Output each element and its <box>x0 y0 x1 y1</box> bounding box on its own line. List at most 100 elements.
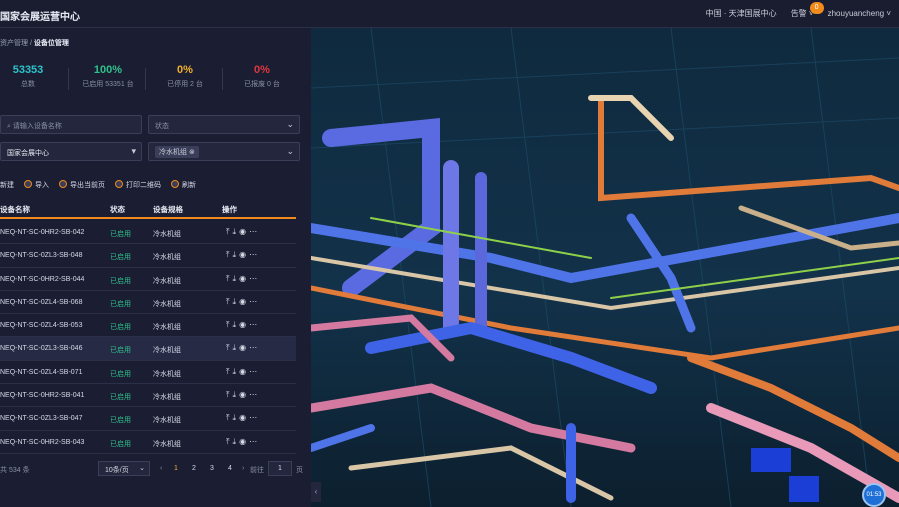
page-4[interactable]: 4 <box>228 465 232 472</box>
stat-label: 总数 <box>21 81 35 88</box>
status-cell: 已启用 <box>110 324 131 332</box>
more-icon[interactable]: ⋯ <box>249 227 260 236</box>
status-cell: 已启用 <box>110 394 131 402</box>
chevron-down-icon: ˅ <box>886 9 891 18</box>
device-name-cell: NEQ-NT-SC-0ZL3-SB-047 <box>0 415 83 423</box>
device-name-cell: NEQ-NT-SC-0HR2-SB-041 <box>0 392 85 400</box>
stat-divider <box>145 68 146 90</box>
more-icon[interactable]: ⋯ <box>249 390 260 399</box>
view-icon[interactable]: ◉ <box>239 320 249 329</box>
more-icon[interactable]: ⋯ <box>249 413 260 422</box>
breadcrumb-parent[interactable]: 资产管理 <box>0 40 28 47</box>
search-icon: ⌕ <box>7 123 11 130</box>
import-button[interactable]: 导入 <box>24 180 49 190</box>
view-icon[interactable]: ◉ <box>239 343 249 352</box>
export-button[interactable]: 导出当前页 <box>59 180 105 190</box>
refresh-button-label: 刷新 <box>182 182 196 189</box>
category-select[interactable]: 冷水机组 ⊗ ⌄ <box>148 142 300 161</box>
row-actions: ⤒⤓◉⋯ <box>226 343 260 353</box>
table-row[interactable]: NEQ-NT-SC-0ZL3-SB-046 已启用 冷水机组 ⤒⤓◉⋯ <box>0 337 296 361</box>
view-icon[interactable]: ◉ <box>239 390 249 399</box>
status-placeholder: 状态 <box>155 123 169 130</box>
goto-page-input[interactable]: 1 <box>268 461 292 476</box>
collapse-panel-button[interactable]: ‹ <box>311 482 321 502</box>
more-icon[interactable]: ⋯ <box>249 437 260 446</box>
page-suffix: 页 <box>296 467 303 474</box>
refresh-button[interactable]: 刷新 <box>171 180 196 190</box>
row-actions: ⤒⤓◉⋯ <box>226 250 260 260</box>
row-actions: ⤒⤓◉⋯ <box>226 413 260 423</box>
table-row[interactable]: NEQ-NT-SC-0HR2-SB-042 已启用 冷水机组 ⤒⤓◉⋯ <box>0 221 296 245</box>
page-3[interactable]: 3 <box>210 465 214 472</box>
alarm-button[interactable]: 告警 ˅ 0 <box>790 2 824 19</box>
next-page-icon[interactable]: › <box>242 465 244 472</box>
more-icon[interactable]: ⋯ <box>249 297 260 306</box>
table-row[interactable]: NEQ-NT-SC-0HR2-SB-044 已启用 冷水机组 ⤒⤓◉⋯ <box>0 268 296 291</box>
prev-page-icon[interactable]: ‹ <box>160 465 162 472</box>
stat-label: 已报废 0 台 <box>244 81 280 88</box>
header-actions: 中国 · 天津国展中心 告警 ˅ 0 zhouyuancheng ˅ <box>706 2 891 19</box>
header-spec[interactable]: 设备规格 <box>153 204 183 215</box>
region-selector[interactable]: 中国 · 天津国展中心 <box>706 8 777 19</box>
action-toolbar: 新建 导入 导出当前页 打印二维码 刷新 <box>0 180 196 190</box>
more-icon[interactable]: ⋯ <box>249 343 260 352</box>
table-row[interactable]: NEQ-NT-SC-0ZL3-SB-048 已启用 冷水机组 ⤒⤓◉⋯ <box>0 244 296 268</box>
view-icon[interactable]: ◉ <box>239 367 249 376</box>
status-cell: 已启用 <box>110 417 131 425</box>
view-icon[interactable]: ◉ <box>239 274 249 283</box>
table-row[interactable]: NEQ-NT-SC-0ZL4-SB-071 已启用 冷水机组 ⤒⤓◉⋯ <box>0 361 296 385</box>
spec-cell: 冷水机组 <box>153 300 181 308</box>
close-icon[interactable]: ⊗ <box>189 149 195 156</box>
alarm-label: 告警 <box>790 9 807 18</box>
export-icon <box>59 180 67 188</box>
username: zhouyuancheng <box>827 9 885 18</box>
create-button[interactable]: 新建 <box>0 180 14 190</box>
spec-cell: 冷水机组 <box>153 324 181 332</box>
stat-card: 0% 已停用 2 台 <box>145 64 225 89</box>
device-name-cell: NEQ-NT-SC-0ZL4-SB-071 <box>0 368 83 376</box>
status-cell: 已启用 <box>110 231 131 238</box>
floating-action-button[interactable]: 01:53 <box>862 483 886 507</box>
more-icon[interactable]: ⋯ <box>249 250 260 259</box>
page-1[interactable]: 1 <box>174 465 178 472</box>
location-value: 国家会展中心 <box>7 150 49 157</box>
export-button-label: 导出当前页 <box>70 182 105 189</box>
device-name-cell: NEQ-NT-SC-0ZL3-SB-046 <box>0 345 83 353</box>
more-icon[interactable]: ⋯ <box>249 367 260 376</box>
location-select[interactable]: 国家会展中心 ▾ <box>0 142 142 161</box>
row-actions: ⤒⤓◉⋯ <box>226 274 260 284</box>
table-row[interactable]: NEQ-NT-SC-0ZL4-SB-068 已启用 冷水机组 ⤒⤓◉⋯ <box>0 291 296 315</box>
table-row[interactable]: NEQ-NT-SC-0HR2-SB-043 已启用 冷水机组 ⤒⤓◉⋯ <box>0 431 296 454</box>
table-row[interactable]: NEQ-NT-SC-0ZL4-SB-053 已启用 冷水机组 ⤒⤓◉⋯ <box>0 314 296 338</box>
stat-value: 0% <box>177 64 193 76</box>
pipe-model-render <box>311 28 899 507</box>
category-tag[interactable]: 冷水机组 ⊗ <box>155 146 199 158</box>
view-icon[interactable]: ◉ <box>239 297 249 306</box>
status-select[interactable]: 状态 ⌄ <box>148 115 300 134</box>
header-device-name[interactable]: 设备名称 <box>0 204 30 215</box>
status-cell: 已启用 <box>110 347 131 355</box>
more-icon[interactable]: ⋯ <box>249 274 260 283</box>
stat-card: 0% 已报废 0 台 <box>222 64 302 89</box>
header-status[interactable]: 状态 <box>110 204 125 215</box>
view-icon[interactable]: ◉ <box>239 413 249 422</box>
bim-3d-viewport[interactable] <box>311 28 899 507</box>
table-header: 设备名称 状态 设备规格 操作 <box>0 201 296 219</box>
more-icon[interactable]: ⋯ <box>249 320 260 329</box>
caret-down-icon: ▾ <box>131 146 136 156</box>
row-actions: ⤒⤓◉⋯ <box>226 227 260 237</box>
view-icon[interactable]: ◉ <box>239 437 249 446</box>
view-icon[interactable]: ◉ <box>239 227 249 236</box>
user-menu[interactable]: zhouyuancheng ˅ <box>828 9 891 18</box>
print-qr-button[interactable]: 打印二维码 <box>115 180 161 190</box>
page-size-select[interactable]: 10条/页 ⌄ <box>98 461 150 476</box>
device-name-cell: NEQ-NT-SC-0ZL4-SB-068 <box>0 298 83 306</box>
table-row[interactable]: NEQ-NT-SC-0HR2-SB-041 已启用 冷水机组 ⤒⤓◉⋯ <box>0 384 296 408</box>
qr-code-icon <box>115 180 123 188</box>
page-2[interactable]: 2 <box>192 465 196 472</box>
table-row[interactable]: NEQ-NT-SC-0ZL3-SB-047 已启用 冷水机组 ⤒⤓◉⋯ <box>0 407 296 431</box>
view-icon[interactable]: ◉ <box>239 250 249 259</box>
search-input[interactable]: ⌕ 请输入设备名称 <box>0 115 142 134</box>
chevron-down-icon: ⌄ <box>286 119 294 129</box>
import-button-label: 导入 <box>35 182 49 189</box>
